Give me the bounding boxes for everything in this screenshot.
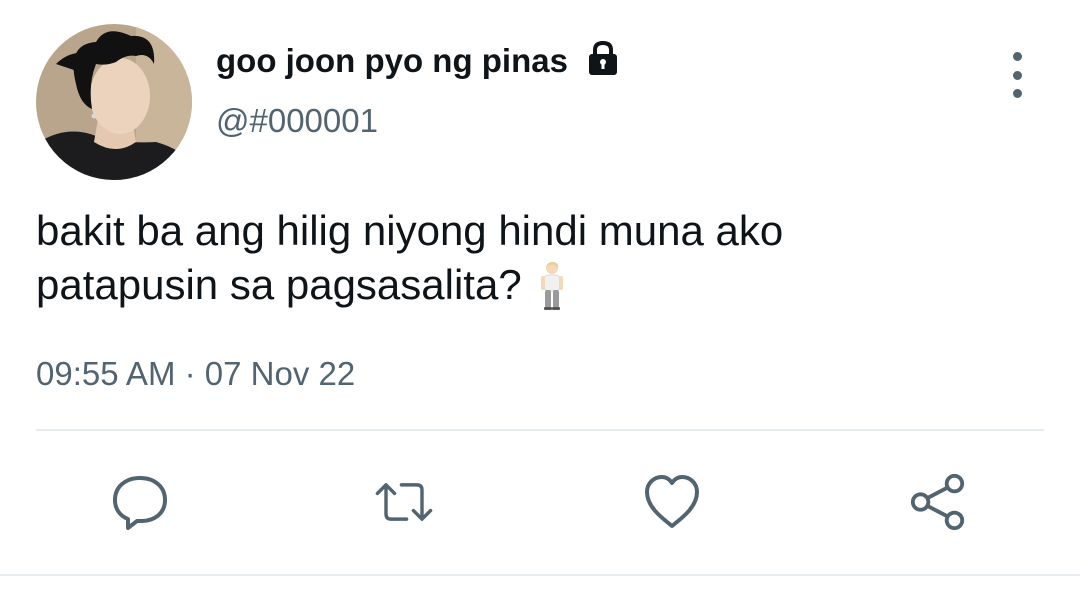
menu-dot — [1012, 70, 1022, 80]
avatar-image — [36, 24, 192, 180]
menu-dot — [1012, 52, 1022, 61]
heart-icon[interactable] — [642, 472, 702, 532]
tweet-text-content: patapusin sa pagsasalita? — [36, 261, 522, 308]
divider-bottom — [0, 574, 1080, 576]
lock-icon — [584, 39, 622, 77]
menu-dot — [1012, 89, 1022, 98]
display-name[interactable]: goo joon pyo ng pinas — [216, 39, 622, 80]
retweet-icon[interactable] — [374, 472, 434, 532]
divider — [36, 429, 1044, 431]
reply-icon[interactable] — [110, 472, 170, 532]
display-name-text: goo joon pyo ng pinas — [216, 42, 568, 79]
more-vertical-icon[interactable] — [1000, 52, 1034, 98]
tweet-text: bakit ba ang hilig niyong hindi muna ako… — [36, 204, 1036, 312]
man-standing-emoji — [538, 261, 566, 311]
tweet-text-line: bakit ba ang hilig niyong hindi muna ako — [36, 207, 784, 254]
avatar[interactable] — [36, 24, 192, 180]
share-icon[interactable] — [908, 472, 968, 532]
user-handle[interactable]: @#000001 — [216, 102, 378, 140]
tweet-text-line-2: patapusin sa pagsasalita? — [36, 258, 1036, 312]
tweet-timestamp[interactable]: 09:55 AM · 07 Nov 22 — [36, 355, 355, 393]
